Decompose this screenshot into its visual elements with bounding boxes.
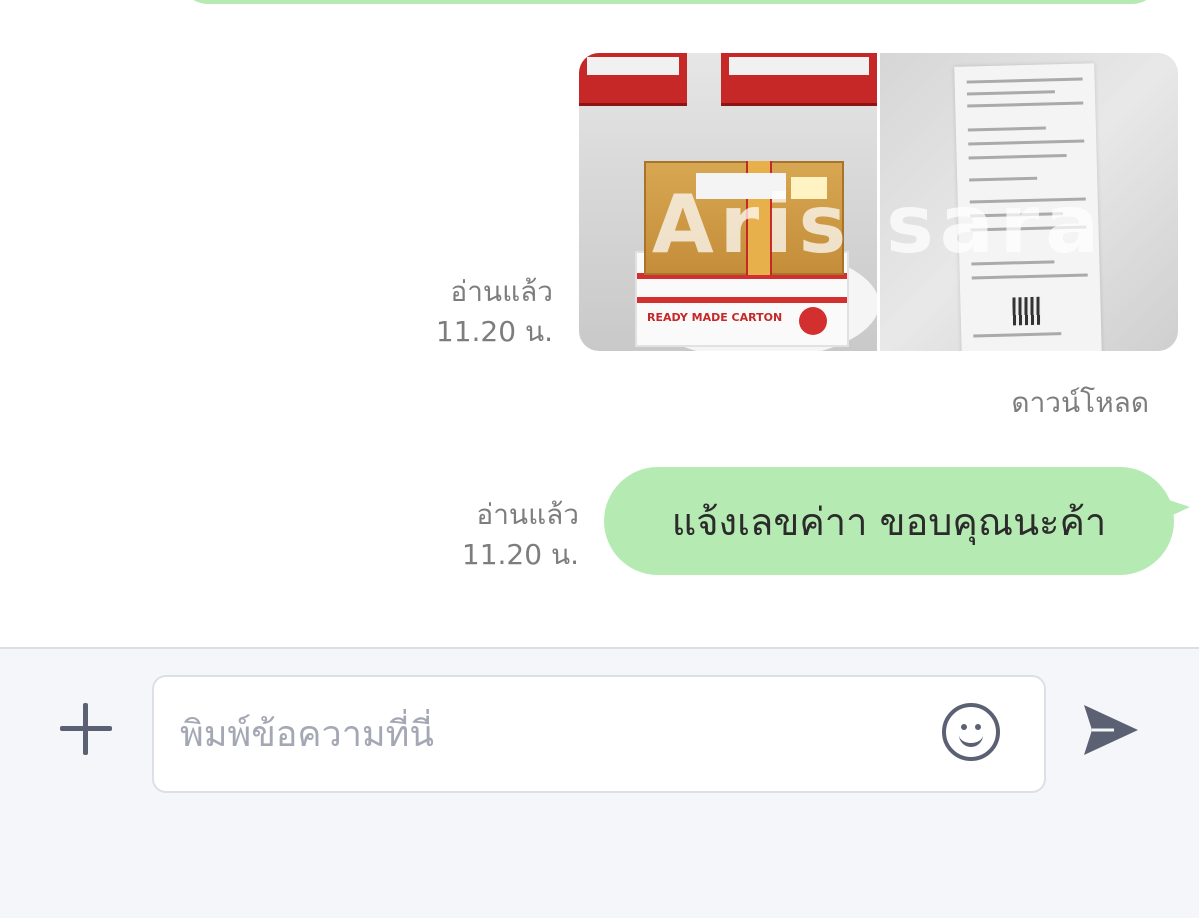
smiley-mouth: [959, 727, 983, 747]
receipt-line: [970, 225, 1087, 232]
read-status: อ่านแล้ว: [476, 498, 579, 531]
receipt-line: [970, 212, 1064, 218]
message-input[interactable]: พิมพ์ข้อความที่นี่: [152, 675, 1046, 793]
receipt-line: [966, 90, 1055, 96]
receipt-line: [967, 101, 1084, 108]
receipt-line: [969, 176, 1038, 182]
receipt-line: [966, 77, 1083, 84]
receipt-slip: [954, 63, 1102, 351]
brown-parcel-box: [644, 161, 844, 275]
wall-frame: [721, 53, 877, 106]
image-message-meta: อ่านแล้ว 11.20 น.: [436, 272, 553, 352]
receipt-line: [971, 273, 1088, 280]
message-text: แจ้งเลขค่าา ขอบคุณนะค้า: [671, 499, 1107, 544]
shipping-sticker: [791, 177, 827, 199]
receipt-line: [968, 139, 1085, 146]
image-message-group[interactable]: READY MADE CARTON Aris sara: [579, 53, 1178, 351]
receipt-line: [973, 332, 1062, 338]
receipt-photo[interactable]: [880, 53, 1178, 351]
receipt-line: [969, 197, 1086, 204]
send-icon[interactable]: [1080, 701, 1142, 759]
message-composer: พิมพ์ข้อความที่นี่: [0, 647, 1199, 918]
bubble-tail: [1160, 497, 1190, 521]
receipt-line: [971, 260, 1055, 266]
carton-stripe: [637, 297, 847, 303]
download-link[interactable]: ดาวน์โหลด: [1011, 381, 1149, 425]
read-status: อ่านแล้ว: [450, 275, 553, 308]
wall-frame: [579, 53, 687, 106]
carton-label: READY MADE CARTON: [647, 311, 783, 324]
message-input-placeholder: พิมพ์ข้อความที่นี่: [180, 714, 435, 755]
qr-code: [1012, 296, 1042, 326]
previous-message-bubble[interactable]: [180, 0, 1160, 4]
message-time: 11.20 น.: [461, 538, 579, 571]
carton-logo: [799, 307, 827, 335]
smiley-icon[interactable]: [942, 703, 1000, 761]
receipt-line: [968, 153, 1067, 160]
parcel-photo[interactable]: READY MADE CARTON: [579, 53, 877, 351]
sent-message-bubble[interactable]: แจ้งเลขค่าา ขอบคุณนะค้า: [604, 467, 1174, 575]
receipt-line: [967, 126, 1046, 132]
message-time: 11.20 น.: [435, 315, 553, 348]
plus-icon[interactable]: [58, 701, 114, 757]
chat-area: อ่านแล้ว 11.20 น. READY MADE CARTON Aris…: [0, 0, 1199, 647]
text-message-meta: อ่านแล้ว 11.20 น.: [462, 495, 579, 575]
shipping-label: [696, 173, 786, 199]
